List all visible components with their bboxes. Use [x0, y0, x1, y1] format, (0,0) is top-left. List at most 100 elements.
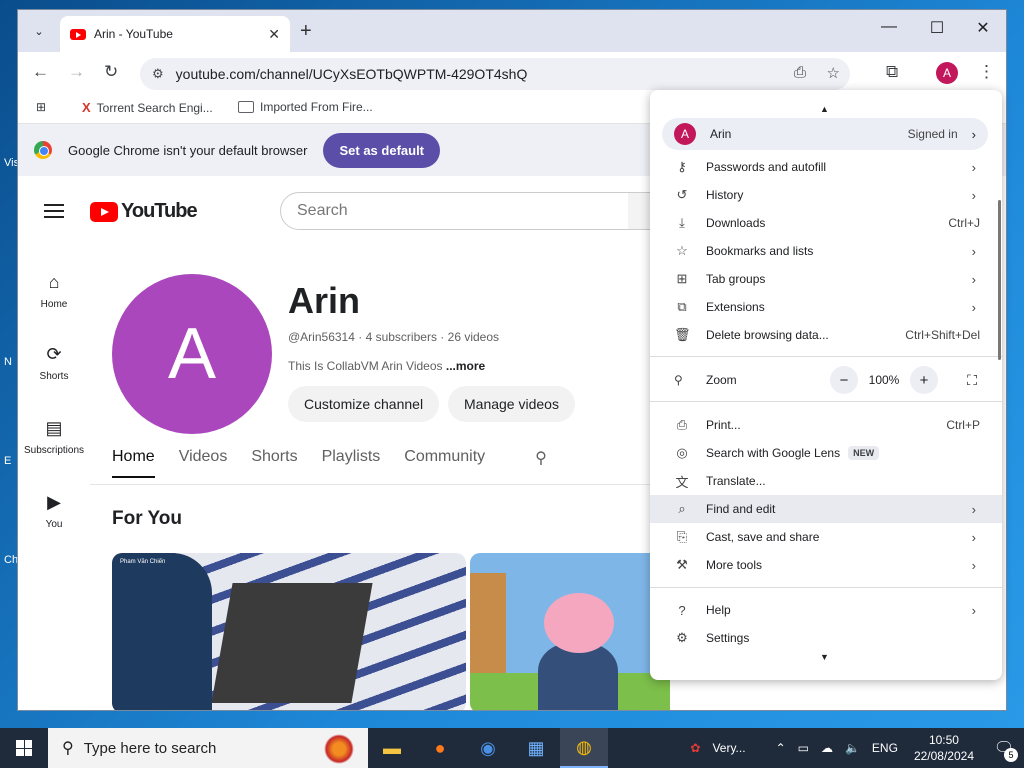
infobar-text: Google Chrome isn't your default browser — [68, 142, 308, 158]
menu-item-translate[interactable]: 文 Translate... — [650, 467, 1002, 495]
notifications-button[interactable]: 🗨 5 — [984, 738, 1024, 762]
sidebar-item-home[interactable]: ⌂ Home — [18, 272, 90, 310]
channel-avatar[interactable]: A — [112, 274, 272, 434]
sidebar-item-you[interactable]: ▶ You — [18, 492, 90, 530]
menu-item-passwords[interactable]: ⚷ Passwords and autofill › — [650, 153, 1002, 181]
minimize-button[interactable]: — — [866, 18, 912, 36]
site-info-icon[interactable]: ⚙ — [152, 66, 164, 82]
video-thumbnail[interactable]: Pham Văn Chiến — [112, 553, 466, 710]
trash-icon: 🗑 — [674, 327, 691, 342]
menu-item-cast-save-share[interactable]: ⎘ Cast, save and share › — [650, 523, 1002, 551]
channel-search-icon[interactable]: ⚲ — [535, 448, 547, 478]
sidebar-item-subscriptions[interactable]: ▤ Subscriptions — [18, 418, 90, 456]
menu-item-delete-browsing-data[interactable]: 🗑 Delete browsing data... Ctrl+Shift+Del — [650, 321, 1002, 349]
zoom-out-button[interactable]: − — [830, 366, 858, 394]
manage-videos-button[interactable]: Manage videos — [448, 386, 575, 422]
bookmark-folder[interactable]: Imported From Fire... — [238, 100, 373, 114]
menu-item-label: Search with Google Lens — [706, 446, 841, 460]
tab-youtube[interactable]: Arin - YouTube ✕ — [60, 16, 290, 52]
tab-shorts[interactable]: Shorts — [251, 448, 297, 478]
zoom-in-button[interactable]: + — [910, 366, 938, 394]
show-hidden-icons-icon[interactable]: ⌃ — [776, 741, 786, 755]
chrome-taskbar-icon[interactable]: ◍ — [560, 728, 608, 768]
menu-item-help[interactable]: ? Help › — [650, 596, 1002, 624]
close-tab-icon[interactable]: ✕ — [268, 26, 280, 43]
tab-playlists[interactable]: Playlists — [322, 448, 381, 478]
taskbar-search-box[interactable]: ⚲ Type here to search — [48, 728, 368, 768]
firefox-icon[interactable]: ● — [416, 728, 464, 768]
forward-icon[interactable]: → — [68, 62, 85, 82]
menu-item-label: More tools — [706, 558, 763, 572]
tab-home[interactable]: Home — [112, 448, 155, 478]
language-indicator[interactable]: ENG — [872, 741, 898, 755]
menu-item-tab-groups[interactable]: ⊞ Tab groups › — [650, 265, 1002, 293]
profile-name: Arin — [710, 127, 732, 141]
taskbar: ⚲ Type here to search ▬ ● ◉ ▦ ◍ ✿ Very..… — [0, 728, 1024, 768]
menu-item-downloads[interactable]: ⤓ Downloads Ctrl+J — [650, 209, 1002, 237]
bookmark-item[interactable]: X Torrent Search Engi... — [82, 100, 213, 115]
bookmark-star-icon[interactable]: ☆ — [827, 64, 840, 82]
zoom-icon: ⚲ — [674, 373, 683, 387]
more-link[interactable]: ...more — [446, 359, 485, 373]
desktop-icon-label[interactable]: E — [4, 455, 11, 467]
tab-videos[interactable]: Videos — [179, 448, 228, 478]
browser-app-icon[interactable]: ◉ — [464, 728, 512, 768]
menu-item-bookmarks[interactable]: ☆ Bookmarks and lists › — [650, 237, 1002, 265]
scroll-up-icon[interactable]: ▲ — [820, 104, 829, 114]
print-icon: ⎙ — [676, 417, 688, 432]
menu-shortcut: Ctrl+Shift+Del — [905, 328, 980, 342]
menu-scrollbar[interactable] — [998, 200, 1001, 360]
profile-avatar-button[interactable]: A — [936, 62, 958, 84]
menu-shortcut: Ctrl+P — [946, 418, 980, 432]
menu-item-extensions[interactable]: ⧉ Extensions › — [650, 293, 1002, 321]
menu-item-find-and-edit[interactable]: ⌕ Find and edit › — [650, 495, 1002, 523]
desktop-icon-label[interactable]: N — [4, 356, 12, 368]
video-thumbnail[interactable] — [470, 553, 670, 710]
fullscreen-icon[interactable]: ⛶ — [958, 366, 986, 394]
cloud-icon[interactable]: ☁ — [821, 741, 833, 755]
sidebar-item-label: Home — [40, 299, 68, 310]
channel-tabs: Home Videos Shorts Playlists Community ⚲ — [112, 448, 547, 478]
store-icon[interactable]: ▦ — [512, 728, 560, 768]
desktop-icon-label[interactable]: Vis — [4, 157, 19, 169]
channel-description[interactable]: This Is CollabVM Arin Videos ...more — [288, 359, 485, 373]
kebab-menu-icon[interactable]: ⋮ — [978, 62, 995, 82]
hamburger-menu-icon[interactable] — [44, 204, 64, 218]
profile-status: Signed in — [907, 127, 958, 141]
chevron-right-icon: › — [971, 187, 976, 203]
apps-grid-icon[interactable]: ⊞ — [36, 100, 46, 114]
close-window-button[interactable]: ✕ — [960, 18, 1006, 38]
install-app-icon[interactable]: ⎙ — [794, 64, 806, 81]
menu-profile-row[interactable]: A Arin Signed in › — [662, 118, 988, 150]
customize-channel-button[interactable]: Customize channel — [288, 386, 440, 422]
media-app-icon[interactable]: ✿ — [690, 741, 700, 755]
menu-item-settings[interactable]: ⚙ Settings — [650, 624, 1002, 652]
youtube-logo[interactable]: YouTube — [90, 200, 198, 223]
channel-name: Arin — [288, 280, 360, 321]
new-tab-button[interactable]: + — [300, 20, 312, 43]
menu-item-more-tools[interactable]: ⚒ More tools › — [650, 551, 1002, 579]
set-as-default-button[interactable]: Set as default — [323, 132, 441, 168]
desktop-icon-label[interactable]: Ch — [4, 554, 18, 566]
bookmark-label: Imported From Fire... — [260, 100, 373, 114]
sidebar-item-shorts[interactable]: ⟳ Shorts — [18, 344, 90, 382]
chat-icon[interactable]: ▭ — [798, 741, 809, 755]
menu-item-print[interactable]: ⎙ Print... Ctrl+P — [650, 411, 1002, 439]
tab-search-dropdown[interactable]: ⌄ — [26, 19, 52, 43]
reload-icon[interactable]: ↻ — [104, 62, 118, 82]
address-bar[interactable]: ⚙ youtube.com/channel/UCyXsEOTbQWPTM-429… — [140, 58, 850, 90]
scroll-down-icon[interactable]: ▼ — [820, 652, 829, 662]
menu-item-history[interactable]: ↺ History › — [650, 181, 1002, 209]
back-icon[interactable]: ← — [32, 62, 49, 82]
clock[interactable]: 10:50 22/08/2024 — [914, 732, 974, 764]
media-label[interactable]: Very... — [712, 741, 745, 755]
volume-muted-icon[interactable]: 🔈 — [845, 741, 860, 755]
extensions-puzzle-icon[interactable]: ⧉ — [886, 62, 898, 82]
menu-item-label: Tab groups — [706, 272, 766, 286]
file-explorer-icon[interactable]: ▬ — [368, 728, 416, 768]
tab-community[interactable]: Community — [404, 448, 485, 478]
youtube-search-input[interactable]: Search — [280, 192, 640, 230]
start-button[interactable] — [0, 728, 48, 768]
maximize-button[interactable]: ☐ — [914, 18, 960, 38]
menu-item-google-lens[interactable]: ◎ Search with Google Lens NEW — [650, 439, 1002, 467]
